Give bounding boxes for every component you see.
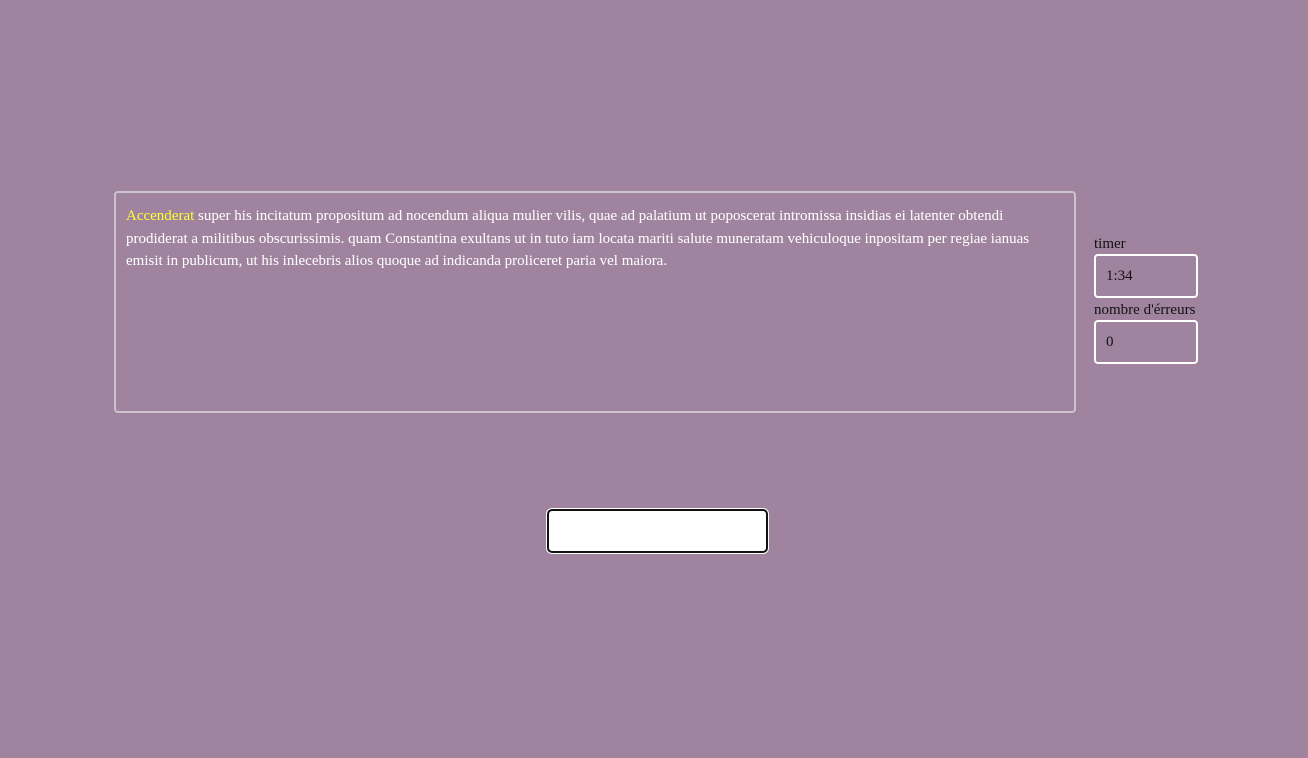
remaining-text: super his incitatum propositum ad nocend…: [126, 208, 1030, 269]
timer-display: 1:34: [1094, 254, 1198, 298]
stats-panel: timer 1:34 nombre d'érreurs 0: [1094, 235, 1204, 367]
errors-label: nombre d'érreurs: [1094, 302, 1196, 318]
passage-text-box: Accenderat super his incitatum propositu…: [114, 191, 1076, 413]
typing-input[interactable]: [547, 509, 768, 553]
timer-label: timer: [1094, 236, 1126, 252]
errors-display: 0: [1094, 320, 1198, 364]
current-word: Accenderat: [126, 208, 195, 224]
